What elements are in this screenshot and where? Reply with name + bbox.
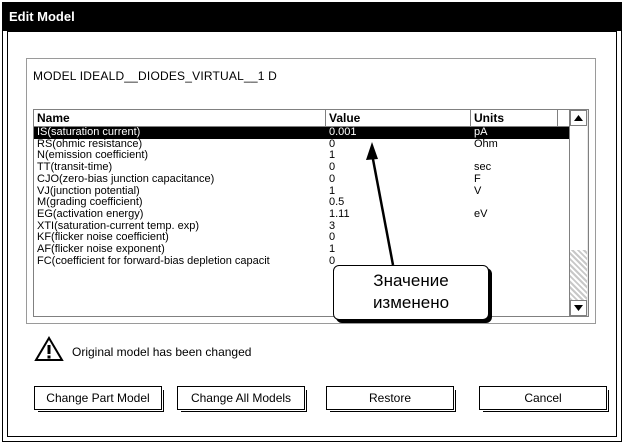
callout-line2: изменено	[372, 293, 450, 312]
change-all-models-button[interactable]: Change All Models	[177, 386, 307, 412]
annotation-arrow	[366, 142, 395, 266]
annotation-callout: Значение изменено	[333, 265, 489, 320]
warning-text: Original model has been changed	[72, 344, 252, 359]
callout-line1: Значение	[373, 271, 449, 290]
restore-button[interactable]: Restore	[326, 386, 456, 412]
warning-icon	[34, 336, 64, 367]
change-part-model-button[interactable]: Change Part Model	[34, 386, 164, 412]
cancel-button[interactable]: Cancel	[479, 386, 609, 412]
warning-message: Original model has been changed	[34, 336, 251, 367]
